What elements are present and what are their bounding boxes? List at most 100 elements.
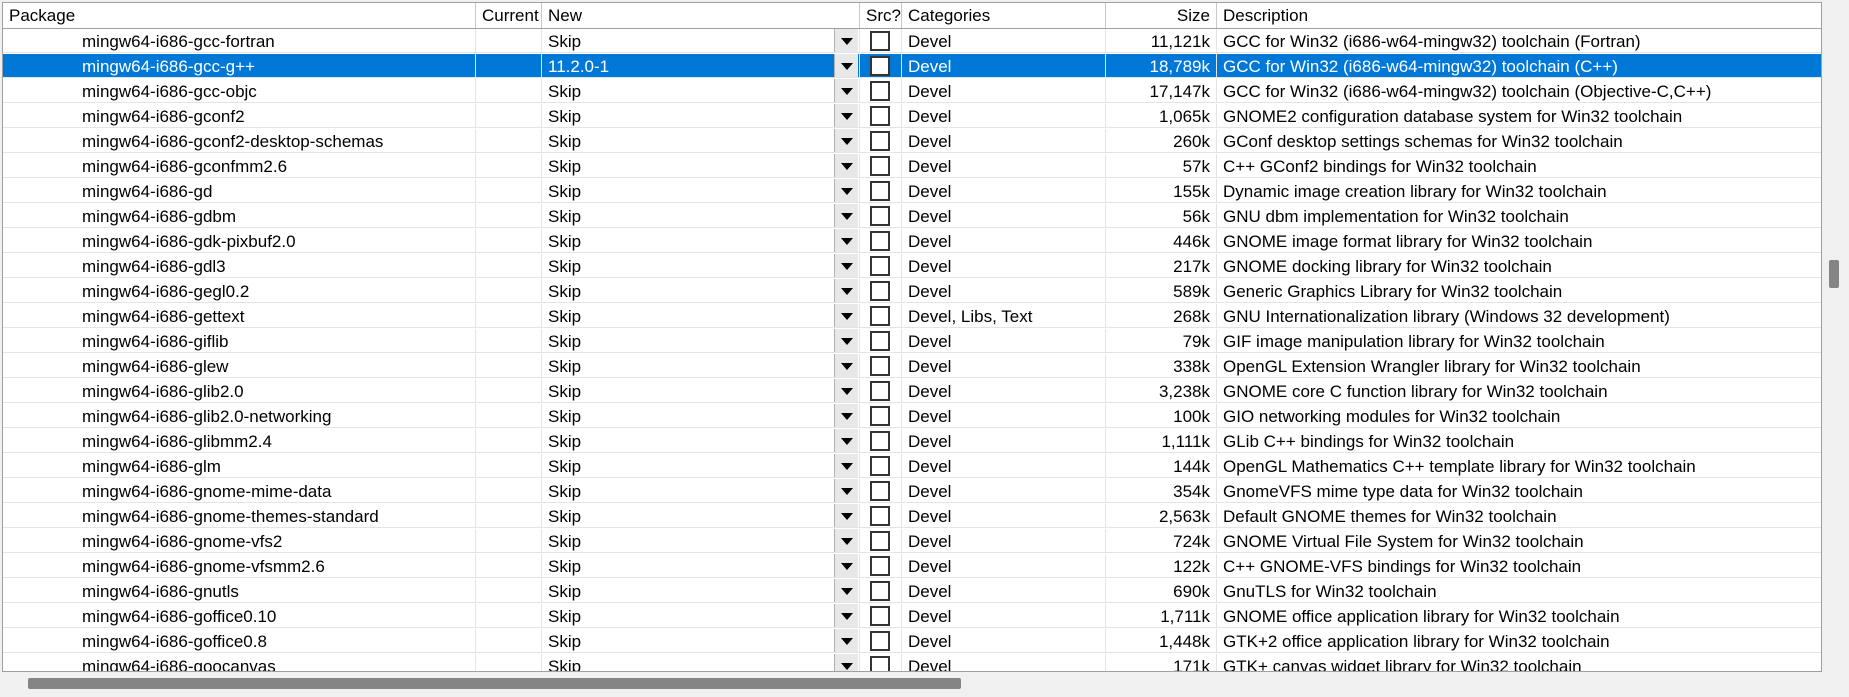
- src-checkbox-cell[interactable]: [860, 29, 902, 53]
- table-row[interactable]: mingw64-i686-goffice0.10 Skip Devel 1,711k G…: [3, 604, 1821, 629]
- horizontal-scroll-thumb[interactable]: [28, 678, 961, 689]
- src-checkbox[interactable]: [870, 206, 890, 226]
- src-checkbox-cell[interactable]: [860, 529, 902, 553]
- src-checkbox[interactable]: [870, 606, 890, 626]
- src-checkbox[interactable]: [870, 531, 890, 551]
- src-checkbox[interactable]: [870, 356, 890, 376]
- new-version-select[interactable]: 11.2.0-1: [542, 54, 860, 78]
- src-checkbox[interactable]: [870, 131, 890, 151]
- src-checkbox[interactable]: [870, 381, 890, 401]
- new-version-select[interactable]: Skip: [542, 204, 860, 228]
- new-version-select[interactable]: Skip: [542, 454, 860, 478]
- chevron-down-icon[interactable]: [834, 54, 858, 77]
- new-version-select[interactable]: Skip: [542, 404, 860, 428]
- src-checkbox[interactable]: [870, 431, 890, 451]
- chevron-down-icon[interactable]: [834, 104, 858, 127]
- table-row[interactable]: mingw64-i686-giflib Skip Devel 79k GIF image…: [3, 329, 1821, 354]
- chevron-down-icon[interactable]: [834, 79, 858, 102]
- src-checkbox[interactable]: [870, 106, 890, 126]
- table-row[interactable]: mingw64-i686-gdl3 Skip Devel 217k GNOME dock…: [3, 254, 1821, 279]
- chevron-down-icon[interactable]: [834, 279, 858, 302]
- src-checkbox-cell[interactable]: [860, 229, 902, 253]
- chevron-down-icon[interactable]: [834, 479, 858, 502]
- new-version-select[interactable]: Skip: [542, 279, 860, 303]
- chevron-down-icon[interactable]: [834, 154, 858, 177]
- src-checkbox-cell[interactable]: [860, 154, 902, 178]
- new-version-select[interactable]: Skip: [542, 654, 860, 671]
- column-header-new[interactable]: New: [542, 3, 860, 28]
- chevron-down-icon[interactable]: [834, 329, 858, 352]
- new-version-select[interactable]: Skip: [542, 254, 860, 278]
- table-row[interactable]: mingw64-i686-goffice0.8 Skip Devel 1,448k GT…: [3, 629, 1821, 654]
- table-row[interactable]: mingw64-i686-gnome-vfs2 Skip Devel 724k GNOM…: [3, 529, 1821, 554]
- table-row[interactable]: mingw64-i686-gcc-g++ 11.2.0-1 Devel 18,789k…: [3, 54, 1821, 79]
- src-checkbox[interactable]: [870, 331, 890, 351]
- table-row[interactable]: mingw64-i686-gcc-objc Skip Devel 17,147k GCC…: [3, 79, 1821, 104]
- chevron-down-icon[interactable]: [834, 229, 858, 252]
- src-checkbox-cell[interactable]: [860, 479, 902, 503]
- src-checkbox[interactable]: [870, 456, 890, 476]
- src-checkbox[interactable]: [870, 181, 890, 201]
- chevron-down-icon[interactable]: [834, 654, 858, 671]
- src-checkbox-cell[interactable]: [860, 104, 902, 128]
- src-checkbox-cell[interactable]: [860, 429, 902, 453]
- src-checkbox[interactable]: [870, 156, 890, 176]
- new-version-select[interactable]: Skip: [542, 304, 860, 328]
- chevron-down-icon[interactable]: [834, 554, 858, 577]
- table-row[interactable]: mingw64-i686-gdk-pixbuf2.0 Skip Devel 446k G…: [3, 229, 1821, 254]
- column-header-size[interactable]: Size: [1106, 3, 1217, 28]
- new-version-select[interactable]: Skip: [542, 329, 860, 353]
- new-version-select[interactable]: Skip: [542, 29, 860, 53]
- chevron-down-icon[interactable]: [834, 179, 858, 202]
- table-row[interactable]: mingw64-i686-goocanvas Skip Devel 171k GTK+ …: [3, 654, 1821, 671]
- src-checkbox-cell[interactable]: [860, 179, 902, 203]
- src-checkbox-cell[interactable]: [860, 654, 902, 671]
- new-version-select[interactable]: Skip: [542, 129, 860, 153]
- new-version-select[interactable]: Skip: [542, 79, 860, 103]
- new-version-select[interactable]: Skip: [542, 354, 860, 378]
- column-header-src[interactable]: Src?: [860, 3, 902, 28]
- table-row[interactable]: mingw64-i686-gconfmm2.6 Skip Devel 57k C++ G…: [3, 154, 1821, 179]
- chevron-down-icon[interactable]: [834, 504, 858, 527]
- chevron-down-icon[interactable]: [834, 404, 858, 427]
- src-checkbox[interactable]: [870, 81, 890, 101]
- src-checkbox-cell[interactable]: [860, 54, 902, 78]
- column-header-current[interactable]: Current: [476, 3, 542, 28]
- package-list-view[interactable]: Package Current New Src? Categories Size…: [0, 0, 1849, 697]
- src-checkbox-cell[interactable]: [860, 454, 902, 478]
- chevron-down-icon[interactable]: [834, 579, 858, 602]
- table-row[interactable]: mingw64-i686-gd Skip Devel 155k Dynamic imag…: [3, 179, 1821, 204]
- src-checkbox[interactable]: [870, 506, 890, 526]
- new-version-select[interactable]: Skip: [542, 154, 860, 178]
- vertical-scroll-thumb[interactable]: [1829, 260, 1839, 288]
- src-checkbox[interactable]: [870, 281, 890, 301]
- chevron-down-icon[interactable]: [834, 379, 858, 402]
- table-row[interactable]: mingw64-i686-glib2.0-networking Skip Devel…: [3, 404, 1821, 429]
- src-checkbox-cell[interactable]: [860, 279, 902, 303]
- src-checkbox-cell[interactable]: [860, 404, 902, 428]
- chevron-down-icon[interactable]: [834, 254, 858, 277]
- chevron-down-icon[interactable]: [834, 429, 858, 452]
- chevron-down-icon[interactable]: [834, 29, 858, 52]
- src-checkbox-cell[interactable]: [860, 79, 902, 103]
- table-row[interactable]: mingw64-i686-gnome-themes-standard Skip De…: [3, 504, 1821, 529]
- new-version-select[interactable]: Skip: [542, 504, 860, 528]
- table-row[interactable]: mingw64-i686-gconf2-desktop-schemas Skip D…: [3, 129, 1821, 154]
- column-header-description[interactable]: Description: [1217, 3, 1821, 28]
- src-checkbox[interactable]: [870, 31, 890, 51]
- src-checkbox-cell[interactable]: [860, 604, 902, 628]
- src-checkbox-cell[interactable]: [860, 254, 902, 278]
- src-checkbox-cell[interactable]: [860, 379, 902, 403]
- src-checkbox[interactable]: [870, 406, 890, 426]
- src-checkbox-cell[interactable]: [860, 579, 902, 603]
- src-checkbox-cell[interactable]: [860, 329, 902, 353]
- src-checkbox-cell[interactable]: [860, 129, 902, 153]
- table-row[interactable]: mingw64-i686-gconf2 Skip Devel 1,065k GNOME2…: [3, 104, 1821, 129]
- column-header-package[interactable]: Package: [3, 3, 476, 28]
- new-version-select[interactable]: Skip: [542, 604, 860, 628]
- src-checkbox-cell[interactable]: [860, 629, 902, 653]
- src-checkbox[interactable]: [870, 631, 890, 651]
- new-version-select[interactable]: Skip: [542, 529, 860, 553]
- chevron-down-icon[interactable]: [834, 354, 858, 377]
- src-checkbox[interactable]: [870, 656, 890, 671]
